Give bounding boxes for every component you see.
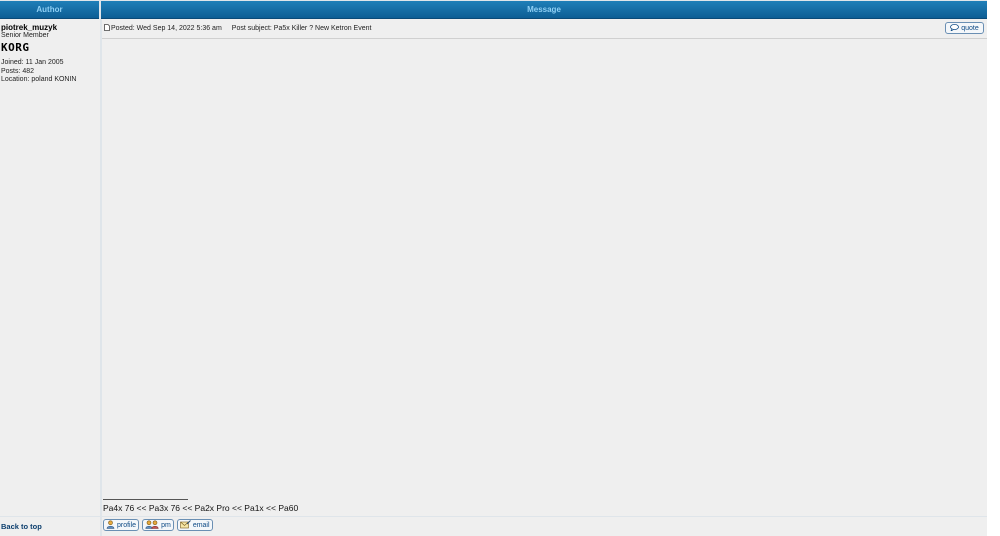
- profile-icon: [106, 519, 115, 531]
- post-header-divider: [102, 38, 987, 39]
- quote-button[interactable]: quote: [945, 22, 984, 34]
- email-label: email: [192, 521, 210, 529]
- footer-actions-cell: profile pm email: [102, 517, 987, 536]
- signature: Pa4x 76 << Pa3x 76 << Pa2x Pro << Pa1x <…: [103, 503, 299, 513]
- pm-label: pm: [161, 521, 171, 529]
- post-subject: Post subject: Pa5x Killer ? New Ketron E…: [231, 25, 372, 32]
- quote-icon: [950, 23, 960, 33]
- author-username[interactable]: piotrek_muzyk: [1, 23, 57, 32]
- rank-image-logo: KORG: [1, 40, 41, 58]
- quote-label: quote: [961, 24, 979, 32]
- author-panel: piotrek_muzyk Senior Member KORG Joined:…: [0, 19, 100, 516]
- message-panel: Posted: Wed Sep 14, 2022 5:36 am Post su…: [102, 19, 987, 516]
- author-posts: Posts: 482: [1, 67, 35, 75]
- pm-icon: [145, 519, 159, 531]
- email-button[interactable]: email: [176, 519, 213, 531]
- page-scrollbar[interactable]: [988, 0, 1000, 536]
- post-table: Author Message piotrek_muzyk Senior Memb…: [0, 0, 987, 536]
- post-header: Posted: Wed Sep 14, 2022 5:36 am Post su…: [104, 24, 371, 33]
- back-to-top-link[interactable]: Back to top: [1, 522, 42, 531]
- svg-text:KORG: KORG: [1, 41, 30, 53]
- footer-author-cell: Back to top: [0, 517, 100, 536]
- pm-button[interactable]: pm: [142, 519, 174, 531]
- author-column-header: Author: [0, 1, 99, 19]
- signature-divider: [103, 499, 188, 500]
- profile-button[interactable]: profile: [103, 519, 140, 531]
- author-rank: Senior Member: [1, 32, 49, 39]
- post-icon[interactable]: [104, 24, 110, 33]
- author-location: Location: poland KONIN: [1, 76, 77, 83]
- email-icon: [180, 519, 191, 531]
- post-date: Posted: Wed Sep 14, 2022 5:36 am: [111, 25, 222, 32]
- post-action-buttons: profile pm email: [103, 519, 213, 531]
- message-column-header: Message: [101, 1, 987, 19]
- author-joined: Joined: 11 Jan 2005: [1, 59, 64, 66]
- profile-label: profile: [117, 521, 137, 529]
- author-profile-info: Joined: 11 Jan 2005 Posts: 482 Location:…: [1, 59, 77, 85]
